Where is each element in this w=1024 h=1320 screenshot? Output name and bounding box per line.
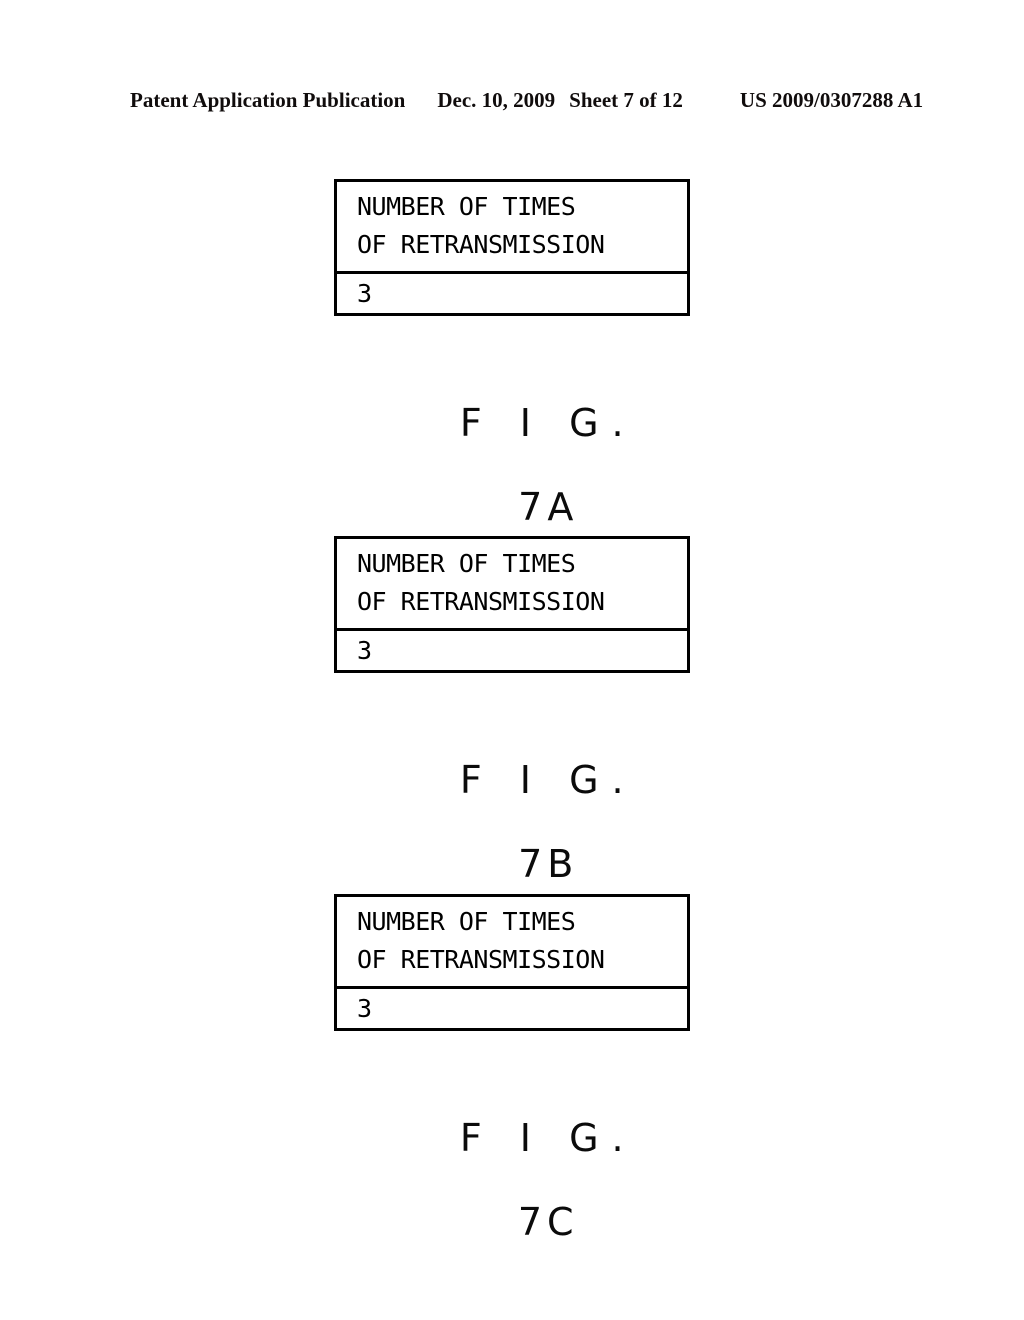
- header-document-number: US 2009/0307288 A1: [739, 88, 924, 112]
- figure-caption-number: 7B: [518, 842, 579, 886]
- table-header-line-1: NUMBER OF TIMES: [357, 549, 576, 578]
- retransmission-count-table: NUMBER OF TIMES OF RETRANSMISSION 3: [334, 536, 690, 673]
- retransmission-count-table: NUMBER OF TIMES OF RETRANSMISSION 3: [334, 179, 690, 316]
- figure-caption-number: 7C: [517, 1200, 579, 1244]
- figure-caption-number: 7A: [518, 485, 579, 529]
- retransmission-count-value: 3: [357, 635, 373, 665]
- table-header-line-2: OF RETRANSMISSION: [357, 587, 605, 616]
- table-header-line-2: OF RETRANSMISSION: [357, 945, 605, 974]
- table-value-cell: 3: [337, 274, 687, 313]
- table-header-line-2: OF RETRANSMISSION: [357, 230, 605, 259]
- figure-caption-prefix: F I G.: [459, 758, 637, 802]
- figure-7c-caption: F I G. 7C: [232, 1075, 792, 1285]
- figure-caption-prefix: F I G.: [459, 401, 637, 445]
- retransmission-count-value: 3: [357, 993, 373, 1023]
- table-header-cell: NUMBER OF TIMES OF RETRANSMISSION: [337, 182, 687, 274]
- publication-header: Patent Application Publication Dec. 10, …: [130, 88, 923, 114]
- table-value-cell: 3: [337, 631, 687, 670]
- figure-caption-prefix: F I G.: [459, 1116, 637, 1160]
- header-publication-label: Patent Application Publication: [130, 88, 406, 112]
- retransmission-count-value: 3: [357, 278, 373, 308]
- patent-drawing-page: Patent Application Publication Dec. 10, …: [0, 0, 1024, 1320]
- figure-7c-group: NUMBER OF TIMES OF RETRANSMISSION 3 F I …: [0, 894, 1024, 1285]
- figure-7b-group: NUMBER OF TIMES OF RETRANSMISSION 3 F I …: [0, 536, 1024, 927]
- table-header-line-1: NUMBER OF TIMES: [357, 192, 576, 221]
- figure-7a-group: NUMBER OF TIMES OF RETRANSMISSION 3 F I …: [0, 179, 1024, 570]
- header-publication-date: Dec. 10, 2009: [437, 88, 556, 112]
- table-header-cell: NUMBER OF TIMES OF RETRANSMISSION: [337, 539, 687, 631]
- retransmission-count-table: NUMBER OF TIMES OF RETRANSMISSION 3: [334, 894, 690, 1031]
- header-sheet-number: Sheet 7 of 12: [569, 88, 683, 112]
- table-value-cell: 3: [337, 989, 687, 1028]
- table-header-cell: NUMBER OF TIMES OF RETRANSMISSION: [337, 897, 687, 989]
- table-header-line-1: NUMBER OF TIMES: [357, 907, 576, 936]
